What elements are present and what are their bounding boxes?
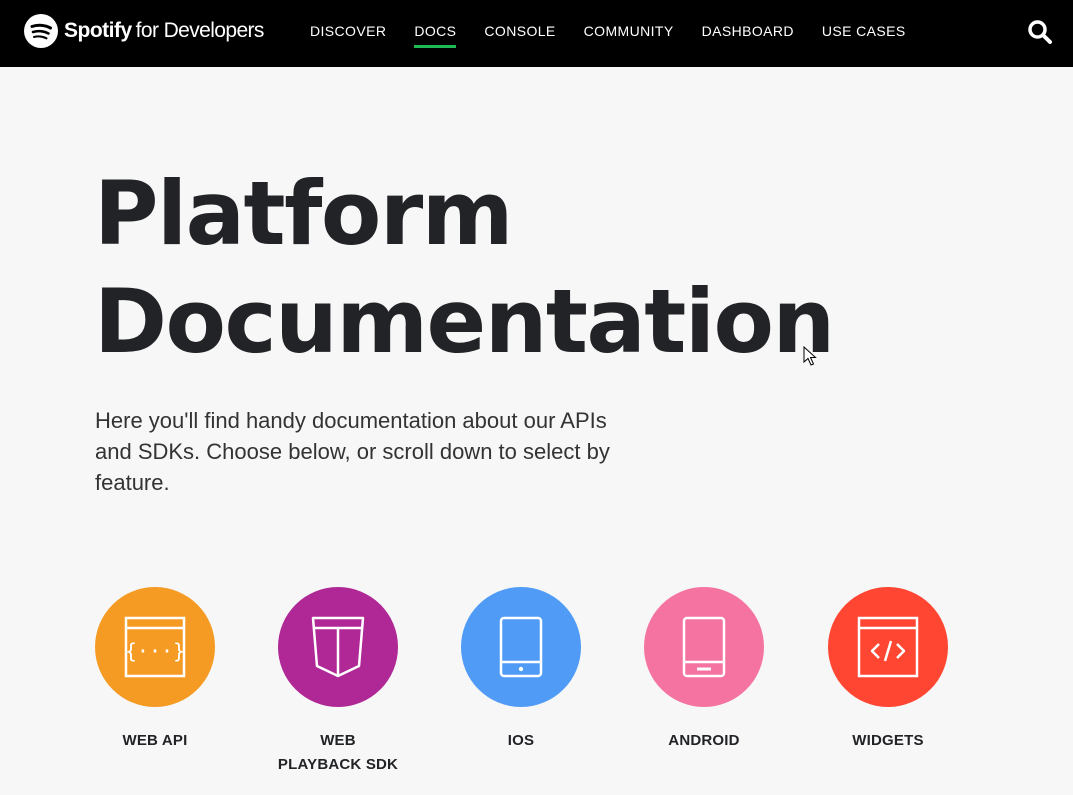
web-playback-sdk-badge[interactable] — [278, 587, 398, 707]
brand-suffix: for Developers — [135, 19, 265, 42]
widgets-badge[interactable] — [828, 587, 948, 707]
feature-web-playback-sdk[interactable]: WEB PLAYBACK SDK — [278, 587, 398, 777]
page-title-line-2: Documentation — [94, 270, 835, 373]
top-navigation-bar: Spotify for Developers DISCOVER DOCS CON… — [0, 0, 1073, 67]
android-phone-icon — [682, 616, 726, 678]
feature-label: ANDROID — [668, 732, 740, 749]
iphone-icon — [499, 616, 543, 678]
feature-widgets[interactable]: WIDGETS — [828, 587, 948, 753]
feature-ios[interactable]: IOS — [461, 587, 581, 753]
nav-community[interactable]: COMMUNITY — [584, 0, 674, 67]
feature-android[interactable]: ANDROID — [644, 587, 764, 753]
feature-web-api[interactable]: {···} WEB API — [95, 587, 215, 753]
feature-label-line-2: PLAYBACK SDK — [277, 756, 399, 773]
page-title: Platform Documentation — [94, 160, 835, 376]
nav-docs[interactable]: DOCS — [414, 0, 457, 67]
code-window-icon: {···} — [124, 616, 186, 678]
code-tag-window-icon — [857, 616, 919, 678]
nav-use-cases[interactable]: USE CASES — [822, 0, 906, 67]
search-icon — [1028, 20, 1052, 44]
spotify-logo-icon — [24, 14, 58, 48]
search-button[interactable] — [1027, 19, 1053, 45]
android-badge[interactable] — [644, 587, 764, 707]
web-api-badge[interactable]: {···} — [95, 587, 215, 707]
page-title-line-1: Platform — [94, 162, 513, 265]
spotify-for-developers-logo[interactable]: Spotify for Developers — [24, 13, 264, 49]
feature-label: IOS — [507, 732, 535, 749]
intro-paragraph: Here you'll find handy documentation abo… — [95, 408, 610, 495]
feature-label: WIDGETS — [852, 732, 924, 749]
main-nav: DISCOVER DOCS CONSOLE COMMUNITY DASHBOAR… — [310, 0, 934, 67]
svg-text:{···}: {···} — [125, 639, 185, 663]
feature-label-line-1: WEB — [320, 732, 356, 749]
mouse-pointer-icon — [803, 346, 817, 366]
feature-label: WEB API — [122, 732, 188, 749]
browser-shield-icon — [311, 616, 365, 678]
brand-name: Spotify — [64, 19, 132, 42]
nav-discover[interactable]: DISCOVER — [310, 0, 386, 67]
ios-badge[interactable] — [461, 587, 581, 707]
nav-console[interactable]: CONSOLE — [484, 0, 555, 67]
feature-label: WEB PLAYBACK SDK — [268, 729, 408, 777]
nav-dashboard[interactable]: DASHBOARD — [702, 0, 794, 67]
